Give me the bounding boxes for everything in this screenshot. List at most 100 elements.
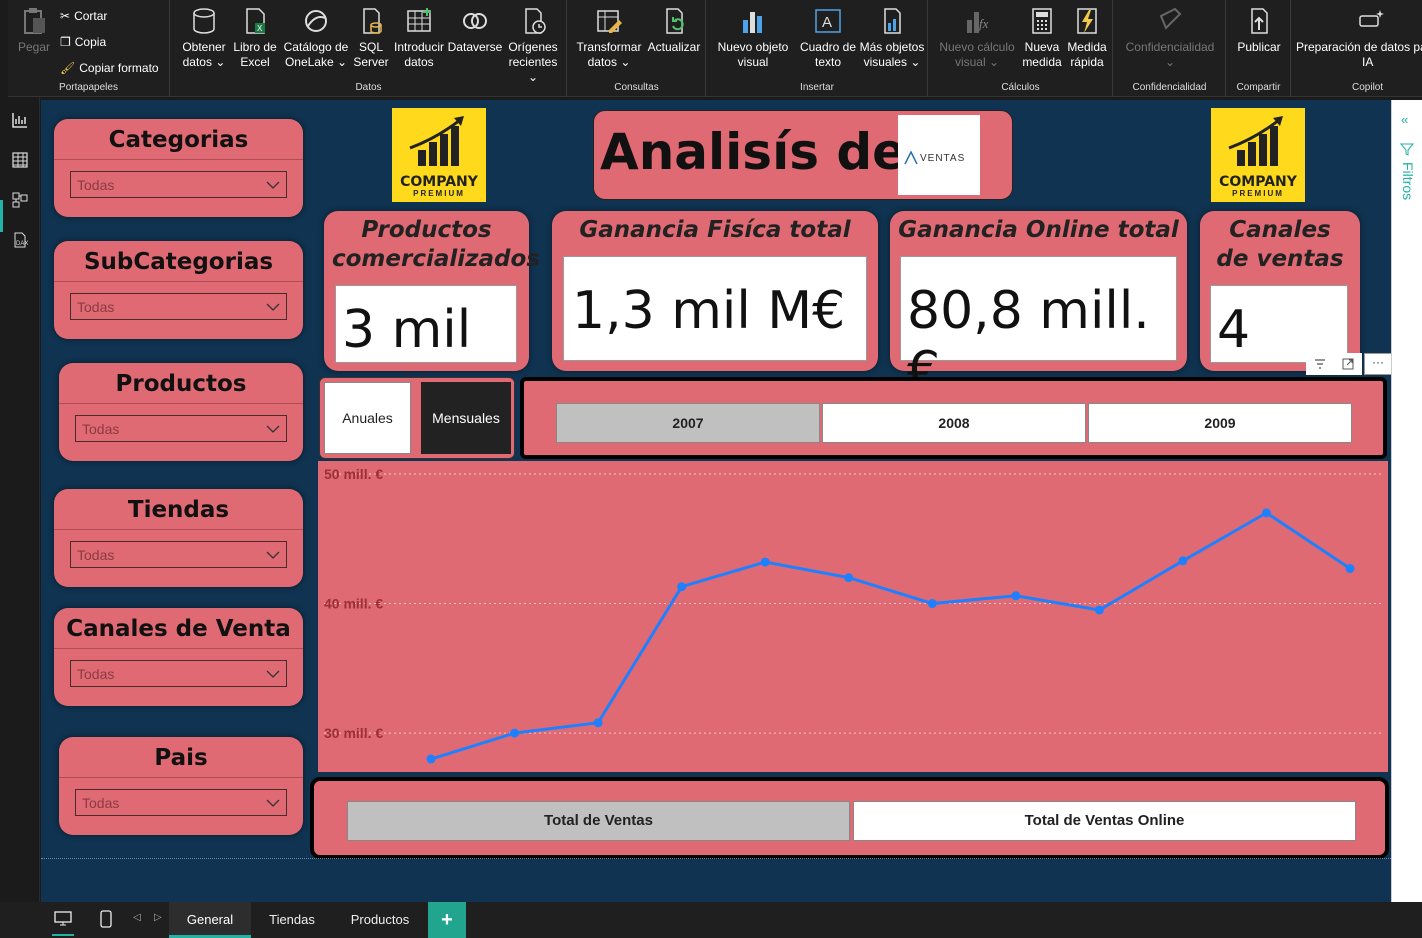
data-point[interactable] bbox=[677, 582, 687, 592]
more-options-icon[interactable]: ··· bbox=[1364, 353, 1392, 375]
tab-tiendas[interactable]: Tiendas bbox=[251, 902, 333, 938]
sales-line-chart[interactable]: 50 mill. € 40 mill. € 30 mill. € bbox=[318, 461, 1388, 772]
enter-data-button[interactable]: Introducir datos bbox=[391, 6, 447, 70]
scroll-left-icon[interactable]: ◁ bbox=[133, 912, 141, 923]
new-visual-calc-button[interactable]: fx Nuevo cálculo visual ⌄ bbox=[935, 6, 1019, 70]
total-sales-button[interactable]: Total de Ventas bbox=[347, 801, 850, 841]
queries-group: Transformar datos ⌄ Actualizar Consultas bbox=[568, 0, 706, 97]
data-point[interactable] bbox=[1261, 508, 1271, 518]
publish-button[interactable]: Publicar bbox=[1231, 6, 1287, 55]
copy-button[interactable]: ❐ Copia bbox=[60, 35, 106, 49]
year-button-2008[interactable]: 2008 bbox=[822, 403, 1086, 443]
data-point[interactable] bbox=[1178, 556, 1188, 566]
new-measure-button[interactable]: Nueva medida bbox=[1021, 6, 1063, 70]
kpi-value: 1,3 mil M€ bbox=[563, 256, 867, 361]
text-box-button[interactable]: A Cuadro de texto bbox=[793, 6, 863, 70]
kpi-card-products: Productos comercializados 3 mil bbox=[324, 211, 541, 371]
data-point[interactable] bbox=[927, 599, 937, 609]
transform-data-button[interactable]: Transformar datos ⌄ bbox=[574, 6, 644, 70]
new-visual-button[interactable]: Nuevo objeto visual bbox=[715, 6, 791, 70]
focus-mode-icon[interactable] bbox=[1334, 353, 1362, 375]
slicer-dropdown[interactable]: Todas bbox=[70, 660, 287, 687]
monthly-button[interactable]: Mensuales bbox=[421, 382, 511, 454]
tab-general[interactable]: General bbox=[169, 902, 251, 938]
share-group: Publicar Compartir bbox=[1227, 0, 1291, 97]
filter-icon[interactable] bbox=[1306, 353, 1334, 375]
slicer-pais[interactable]: Pais Todas bbox=[59, 737, 303, 835]
kpi-title: Canales de ventas bbox=[1216, 217, 1344, 272]
chevron-down-icon bbox=[266, 303, 280, 311]
slicer-canales-de-venta[interactable]: Canales de Venta Todas bbox=[54, 608, 303, 706]
sql-server-button[interactable]: SQL Server bbox=[351, 6, 391, 70]
data-point[interactable] bbox=[426, 754, 436, 764]
slicer-dropdown[interactable]: Todas bbox=[70, 293, 287, 320]
desktop-layout-icon[interactable] bbox=[54, 911, 72, 927]
data-point[interactable] bbox=[1011, 591, 1021, 601]
slicer-tiendas[interactable]: Tiendas Todas bbox=[54, 489, 303, 587]
format-painter-button[interactable]: 🖌 Copiar formato bbox=[60, 61, 159, 75]
group-label: Compartir bbox=[1236, 82, 1281, 93]
data-point[interactable] bbox=[1094, 605, 1104, 615]
onelake-button[interactable]: Catálogo de OneLake ⌄ bbox=[281, 6, 351, 70]
company-logo-left: COMPANY PREMIUM bbox=[392, 108, 486, 202]
quick-measure-icon bbox=[1077, 8, 1097, 34]
visual-calc-icon: fx bbox=[967, 12, 989, 33]
more-visuals-button[interactable]: Más objetos visuales ⌄ bbox=[857, 6, 927, 70]
slicer-dropdown[interactable]: Todas bbox=[75, 415, 287, 442]
kpi-card-physical-profit: Ganancia Fisíca total 1,3 mil M€ bbox=[552, 211, 878, 371]
visual-header: ··· bbox=[1306, 353, 1396, 375]
cut-button[interactable]: ✂ Cortar bbox=[60, 9, 107, 23]
chevron-down-icon bbox=[266, 181, 280, 189]
slicer-dropdown[interactable]: Todas bbox=[70, 171, 287, 198]
data-point[interactable] bbox=[760, 557, 770, 567]
filter-funnel-icon bbox=[1400, 143, 1414, 156]
year-button-2009[interactable]: 2009 bbox=[1088, 403, 1352, 443]
ai-prep-button[interactable]: Preparación de datos paraIA bbox=[1296, 6, 1422, 70]
sensitivity-button[interactable]: Confidencialidad ⌄ bbox=[1120, 6, 1220, 70]
slicer-dropdown[interactable]: Todas bbox=[75, 789, 287, 816]
scroll-right-icon[interactable]: ▷ bbox=[154, 912, 162, 923]
quick-measure-button[interactable]: Medida rápida bbox=[1065, 6, 1109, 70]
slicer-dropdown[interactable]: Todas bbox=[70, 541, 287, 568]
data-point[interactable] bbox=[593, 718, 603, 728]
kpi-title: Productos comercializados bbox=[332, 217, 541, 272]
data-point[interactable] bbox=[510, 728, 520, 738]
excel-button[interactable]: X Libro de Excel bbox=[231, 6, 279, 70]
kpi-title: Ganancia Fisíca total bbox=[579, 217, 851, 243]
text-box-icon: A bbox=[815, 9, 841, 33]
dax-query-view-icon[interactable]: DAX bbox=[11, 231, 29, 249]
filters-pane-collapsed[interactable]: « Filtros bbox=[1391, 100, 1422, 902]
expand-chevron-icon[interactable]: « bbox=[1401, 112, 1408, 127]
logo-name: COMPANY bbox=[400, 174, 478, 190]
y-tick-label: 30 mill. € bbox=[324, 725, 383, 741]
report-view-icon[interactable] bbox=[11, 111, 29, 129]
online-sales-button[interactable]: Total de Ventas Online bbox=[853, 801, 1356, 841]
group-label: Insertar bbox=[800, 82, 834, 93]
table-view-icon[interactable] bbox=[11, 151, 29, 169]
paste-button[interactable]: Pegar bbox=[14, 6, 54, 55]
report-header: Analisís de VENTAS bbox=[593, 110, 1013, 200]
chevron-down-icon bbox=[266, 670, 280, 678]
page-boundary bbox=[41, 858, 1391, 859]
model-view-icon[interactable] bbox=[11, 191, 29, 209]
year-button-2007[interactable]: 2007 bbox=[556, 403, 820, 443]
publish-icon bbox=[1251, 8, 1268, 34]
slicer-title: Pais bbox=[154, 745, 208, 771]
slicer-categorias[interactable]: Categorias Todas bbox=[54, 119, 303, 217]
get-data-button[interactable]: Obtener datos ⌄ bbox=[179, 6, 229, 70]
slicer-productos[interactable]: Productos Todas bbox=[59, 363, 303, 461]
year-slicer: 2007 2008 2009 bbox=[520, 377, 1387, 459]
add-page-button[interactable]: + bbox=[428, 902, 466, 938]
measure-toggle: Total de Ventas Total de Ventas Online bbox=[310, 777, 1389, 859]
refresh-button[interactable]: Actualizar bbox=[646, 6, 702, 55]
recent-sources-button[interactable]: Orígenes recientes ⌄ bbox=[503, 6, 563, 85]
annual-button[interactable]: Anuales bbox=[324, 382, 411, 454]
data-point[interactable] bbox=[844, 573, 854, 583]
data-point[interactable] bbox=[1345, 564, 1355, 574]
tab-productos[interactable]: Productos bbox=[333, 902, 427, 938]
more-visuals-icon bbox=[884, 8, 901, 34]
mobile-layout-icon[interactable] bbox=[100, 910, 112, 928]
dataverse-button[interactable]: Dataverse bbox=[447, 6, 503, 55]
slicer-subcategorias[interactable]: SubCategorias Todas bbox=[54, 241, 303, 339]
slicer-title: Productos bbox=[115, 371, 247, 397]
